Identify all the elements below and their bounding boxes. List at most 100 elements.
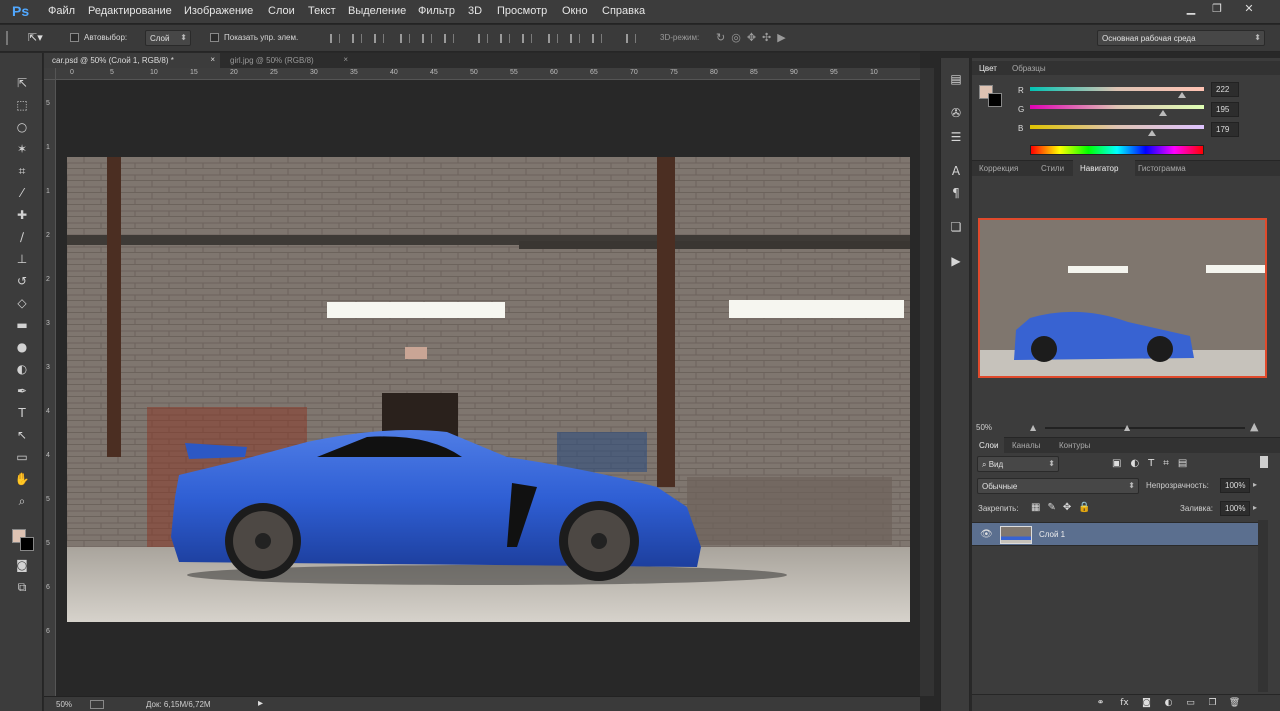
menu-window[interactable]: Окно <box>562 5 588 17</box>
g-slider[interactable] <box>1030 105 1204 109</box>
navigator-zoom-slider[interactable] <box>1045 427 1245 429</box>
tab-close-icon[interactable]: × <box>343 55 348 64</box>
tab-car-psd[interactable]: car.psd @ 50% (Слой 1, RGB/8) * × <box>44 53 220 68</box>
shape-tool-icon[interactable]: ▭ <box>10 447 34 467</box>
tab-layers[interactable]: Слои <box>979 441 998 450</box>
fill-arrow-icon[interactable]: ▸ <box>1253 503 1257 512</box>
healing-brush-icon[interactable]: ✚ <box>10 205 34 225</box>
color-background-swatch[interactable] <box>988 93 1002 107</box>
tab-adjustments[interactable]: Коррекция <box>979 164 1018 173</box>
quick-mask-icon[interactable]: ◙ <box>10 555 34 575</box>
distribute-right-icon[interactable] <box>592 34 602 43</box>
link-layers-icon[interactable]: ⚭ <box>1094 698 1107 709</box>
distribute-vcenter-icon[interactable] <box>500 34 510 43</box>
character-panel-icon[interactable]: A <box>948 164 964 180</box>
tab-swatches[interactable]: Образцы <box>1012 64 1046 73</box>
align-right-icon[interactable] <box>444 34 454 43</box>
color-ramp[interactable] <box>1030 145 1204 155</box>
menu-layers[interactable]: Слои <box>268 5 295 17</box>
navigator-zoom[interactable]: 50% <box>976 423 992 432</box>
opacity-arrow-icon[interactable]: ▸ <box>1253 480 1257 489</box>
align-vcenter-icon[interactable] <box>352 34 362 43</box>
align-top-icon[interactable] <box>330 34 340 43</box>
r-slider-thumb[interactable] <box>1177 92 1186 98</box>
distribute-bottom-icon[interactable] <box>522 34 532 43</box>
tab-navigator[interactable]: Навигатор <box>1080 164 1118 173</box>
tab-channels[interactable]: Каналы <box>1012 441 1040 450</box>
menu-type[interactable]: Текст <box>308 5 336 17</box>
gradient-tool-icon[interactable]: ▬ <box>10 315 34 335</box>
minimize-icon[interactable]: ▁ <box>1182 2 1200 16</box>
menu-view[interactable]: Просмотр <box>497 5 547 17</box>
r-value-input[interactable]: 222 <box>1211 82 1239 97</box>
car-garage-image[interactable] <box>67 157 910 622</box>
lasso-tool-icon[interactable]: ○ <box>10 117 34 137</box>
navigator-thumbnail[interactable] <box>978 218 1267 378</box>
history-brush-icon[interactable]: ↺ <box>10 271 34 291</box>
type-tool-icon[interactable]: T <box>10 403 34 423</box>
hand-tool-icon[interactable]: ✋ <box>10 469 34 489</box>
pen-tool-icon[interactable]: ✒ <box>10 381 34 401</box>
zoom-tool-icon[interactable]: ⌕ <box>10 491 34 511</box>
r-slider[interactable] <box>1030 87 1204 91</box>
layer-filter-dropdown[interactable]: ⌕ Вид <box>977 456 1059 472</box>
align-left-icon[interactable] <box>400 34 410 43</box>
menu-file[interactable]: Файл <box>48 5 75 17</box>
autoselect-checkbox[interactable] <box>70 33 79 42</box>
actions-panel-icon[interactable]: ▶ <box>948 254 964 270</box>
autoselect-dropdown[interactable]: Слой <box>145 30 191 46</box>
zoom-out-icon[interactable]: ▲ <box>1030 423 1036 432</box>
layer-filter-icons[interactable]: ▣◐T⌗▤ <box>1112 458 1196 469</box>
align-bottom-icon[interactable] <box>374 34 384 43</box>
show-transform-checkbox[interactable] <box>210 33 219 42</box>
lock-icons[interactable]: ▦✎✥🔒 <box>1031 502 1098 513</box>
dodge-tool-icon[interactable]: ◐ <box>10 359 34 379</box>
opacity-input[interactable]: 100% <box>1220 478 1250 493</box>
new-group-icon[interactable]: ▭ <box>1184 698 1197 709</box>
navigator-zoom-thumb[interactable]: ▲ <box>1124 423 1130 432</box>
distribute-left-icon[interactable] <box>548 34 558 43</box>
tab-styles[interactable]: Стили <box>1041 164 1064 173</box>
brush-panel-icon[interactable]: ☰ <box>948 130 964 146</box>
new-layer-icon[interactable]: ❐ <box>1206 698 1219 709</box>
maximize-icon[interactable]: ❐ <box>1208 2 1226 16</box>
screen-mode-icon[interactable]: ⧉ <box>10 577 34 597</box>
fill-input[interactable]: 100% <box>1220 501 1250 516</box>
g-slider-thumb[interactable] <box>1159 110 1168 116</box>
workspace-dropdown[interactable]: Основная рабочая среда <box>1097 30 1265 46</box>
layer-comps-icon[interactable]: ❏ <box>948 220 964 236</box>
blur-tool-icon[interactable]: ● <box>10 337 34 357</box>
layer-row[interactable]: 👁 Слой 1 <box>972 522 1258 546</box>
menu-edit[interactable]: Редактирование <box>88 5 172 17</box>
tool-presets-icon[interactable]: ✇ <box>948 106 964 122</box>
eraser-icon[interactable]: ◇ <box>10 293 34 313</box>
delete-layer-icon[interactable]: 🗑 <box>1228 698 1241 709</box>
3d-tools-icon[interactable]: ↻◎✥✣▶ <box>716 31 792 44</box>
menu-image[interactable]: Изображение <box>184 5 253 17</box>
zoom-in-icon[interactable]: ▲ <box>1250 420 1258 433</box>
blend-mode-dropdown[interactable]: Обычные <box>977 478 1139 494</box>
tab-paths[interactable]: Контуры <box>1059 441 1090 450</box>
move-tool-preset-icon[interactable]: ⇱▾ <box>28 31 43 44</box>
eyedropper-icon[interactable]: ⁄ <box>10 183 34 203</box>
paragraph-panel-icon[interactable]: ¶ <box>948 186 964 202</box>
adjustment-layer-icon[interactable]: ◐ <box>1162 698 1175 709</box>
layers-scrollbar[interactable] <box>1258 520 1268 692</box>
crop-tool-icon[interactable]: ⌗ <box>10 161 34 181</box>
marquee-tool-icon[interactable]: ⬚ <box>10 95 34 115</box>
tab-histogram[interactable]: Гистограмма <box>1138 164 1186 173</box>
menu-help[interactable]: Справка <box>602 5 645 17</box>
layer-name[interactable]: Слой 1 <box>1039 530 1065 539</box>
b-slider[interactable] <box>1030 125 1204 129</box>
menu-3d[interactable]: 3D <box>468 5 482 17</box>
magic-wand-icon[interactable]: ✶ <box>10 139 34 159</box>
b-slider-thumb[interactable] <box>1148 130 1157 136</box>
brush-tool-icon[interactable]: ∕ <box>10 227 34 247</box>
distribute-top-icon[interactable] <box>478 34 488 43</box>
tab-close-icon[interactable]: × <box>210 55 215 64</box>
status-menu-arrow-icon[interactable]: ▸ <box>258 698 263 709</box>
tab-girl-jpg[interactable]: girl.jpg @ 50% (RGB/8) × <box>222 53 352 68</box>
layer-mask-icon[interactable]: ◙ <box>1140 698 1153 709</box>
ruler-origin[interactable] <box>44 68 56 80</box>
export-icon[interactable] <box>90 700 104 709</box>
